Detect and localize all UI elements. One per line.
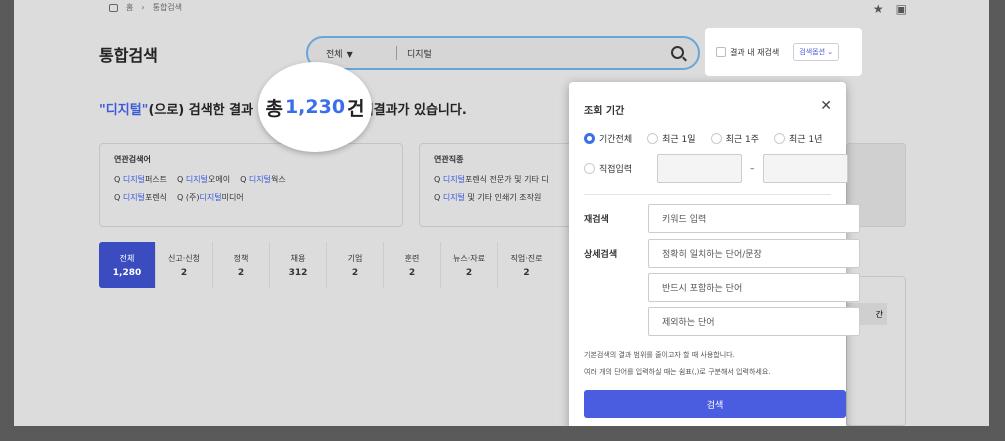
within-search-checkbox[interactable] <box>716 47 726 57</box>
result-text-end: 색결과가 있습니다. <box>361 103 467 118</box>
related-search-title: 연관검색어 <box>114 155 151 164</box>
search-options-label: 검색옵션 <box>799 48 826 56</box>
tab-career[interactable]: 직업·진로 2 <box>498 242 555 288</box>
close-icon[interactable]: ✕ <box>820 98 832 114</box>
tab-news[interactable]: 뉴스·자료 2 <box>441 242 498 288</box>
category-tabs: 전체 1,280 신고·신청 2 정책 2 채용 312 기업 2 훈련 2 뉴스·자료 2 … <box>99 242 555 288</box>
within-search-label: 결과 내 재검색 <box>730 47 780 57</box>
help-note-2: 여러 개의 단어를 입력하실 때는 쉼표(,)로 구분해서 입력하세요. <box>584 368 771 376</box>
direct-input-row: 직접입력 – <box>584 154 848 183</box>
star-icon[interactable]: ★ <box>873 2 884 16</box>
tab-policy[interactable]: 정책 2 <box>213 242 270 288</box>
search-input[interactable] <box>407 48 657 58</box>
related-jobs-box: 연관직종 Q 디지털포렌식 전문가 및 기타 디 Q 디지털 및 기타 인쇄기 … <box>419 143 579 227</box>
related-search-item[interactable]: Q 디지털포렌식 <box>114 192 167 203</box>
page-title: 통합검색 <box>99 46 158 65</box>
mag-suffix: 건 <box>347 97 365 120</box>
divider <box>396 46 397 60</box>
home-icon[interactable] <box>109 3 118 12</box>
exact-match-input[interactable]: 정확히 일치하는 단어/문장 <box>648 239 860 268</box>
result-count: 1,230 <box>284 96 346 118</box>
radio-icon <box>710 133 722 144</box>
search-icon[interactable] <box>671 46 684 59</box>
breadcrumb-separator: › <box>141 3 145 12</box>
exclude-input[interactable]: 제외하는 단어 <box>648 307 860 336</box>
within-search-box: 결과 내 재검색 검색옵션 ⌄ <box>705 28 862 76</box>
period-all-radio[interactable]: 기간전체 <box>584 132 632 145</box>
result-text-mid: (으로) 검색한 결과 <box>148 103 254 118</box>
period-1day-radio[interactable]: 최근 1일 <box>647 132 696 145</box>
search-scope-value: 전체 <box>326 49 343 60</box>
related-search-box: 연관검색어 Q 디지털퍼스트 Q 디지털오에이 Q 디지털웍스 Q 디지털포렌식… <box>99 143 403 227</box>
chevron-down-icon: ▼ <box>346 49 353 59</box>
tab-company[interactable]: 기업 2 <box>327 242 384 288</box>
breadcrumb-current: 통합검색 <box>152 3 183 12</box>
mag-prefix: 총 <box>265 97 283 120</box>
related-search-item[interactable]: Q (주)디지털미디어 <box>177 192 244 203</box>
must-include-input[interactable]: 반드시 포함하는 단어 <box>648 273 860 302</box>
radio-checked-icon <box>584 133 595 144</box>
search-scope-select[interactable]: 전체 ▼ <box>326 47 386 60</box>
end-date-input[interactable] <box>762 154 848 183</box>
search-submit-button[interactable]: 검색 <box>584 390 846 418</box>
search-options-button[interactable]: 검색옵션 ⌄ <box>793 43 840 61</box>
period-1week-radio[interactable]: 최근 1주 <box>710 132 759 145</box>
result-keyword: "디지털" <box>99 103 149 118</box>
re-search-input[interactable]: 키워드 입력 <box>648 204 860 233</box>
breadcrumb: 홈 › 통합검색 <box>109 2 182 13</box>
search-bar: 전체 ▼ <box>306 36 700 70</box>
period-radio-group: 기간전체 최근 1일 최근 1주 최근 1년 <box>584 132 822 145</box>
top-icons: ★ ▣ <box>873 2 907 16</box>
start-date-input[interactable] <box>657 154 742 183</box>
breadcrumb-home[interactable]: 홈 <box>126 2 133 13</box>
detail-search-label: 상세검색 <box>584 250 618 260</box>
radio-icon <box>584 163 595 174</box>
divider <box>584 194 831 195</box>
radio-icon <box>774 133 785 144</box>
related-job-item[interactable]: Q 디지털포렌식 전문가 및 기타 디 <box>434 174 549 185</box>
period-direct-radio[interactable]: 직접입력 <box>584 162 649 175</box>
search-options-panel: 조회 기간 ✕ 기간전체 최근 1일 최근 1주 최근 1년 직접입력 – 재검… <box>569 82 860 426</box>
radio-icon <box>647 133 659 144</box>
date-dash: – <box>750 163 755 174</box>
tab-jobs[interactable]: 채용 312 <box>270 242 327 288</box>
period-1year-radio[interactable]: 최근 1년 <box>774 132 822 145</box>
result-count-magnifier: 총 1,230 건 <box>258 62 372 152</box>
tab-all[interactable]: 전체 1,280 <box>99 242 156 288</box>
re-search-label: 재검색 <box>584 215 609 225</box>
related-search-item[interactable]: Q 디지털웍스 <box>240 174 286 185</box>
tab-report[interactable]: 신고·신청 2 <box>156 242 213 288</box>
period-title: 조회 기간 <box>584 106 625 117</box>
related-search-item[interactable]: Q 디지털퍼스트 <box>114 174 167 185</box>
tab-training[interactable]: 훈련 2 <box>384 242 441 288</box>
page-frame: 홈 › 통합검색 ★ ▣ 통합검색 전체▼ 결과 내 재검색 검색옵션 ⌄ "디… <box>14 0 989 426</box>
related-search-item[interactable]: Q 디지털오에이 <box>177 174 230 185</box>
related-job-item[interactable]: Q 디지털 및 기타 인쇄기 조작원 <box>434 192 541 203</box>
related-jobs-title: 연관직종 <box>434 155 464 164</box>
help-note-1: 기본검색의 결과 범위를 줄이고자 할 때 사용합니다. <box>584 351 735 359</box>
print-icon[interactable]: ▣ <box>896 2 907 16</box>
